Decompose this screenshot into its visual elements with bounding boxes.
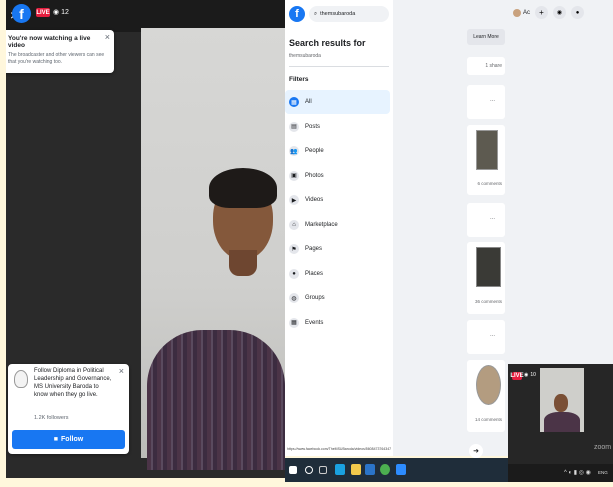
search-icon: ⌕ [314, 10, 318, 17]
messenger-icon[interactable]: ◉ [553, 6, 567, 19]
result-card-6: 14 comments [467, 360, 505, 432]
follow-lock-icon: ■ [53, 436, 59, 443]
notice-title: You're now watching a live video [8, 35, 91, 49]
live-video-pane: × f LIVE ◉ 12 You're now watching a live… [6, 0, 285, 478]
follow-card-close-icon[interactable]: × [119, 366, 124, 376]
search-sidebar: f ⌕ themsubaroda Search results for them… [285, 0, 393, 456]
file-explorer-icon[interactable] [351, 464, 361, 475]
search-taskbar-icon[interactable] [305, 466, 313, 474]
result-card-4: 36 comments [467, 242, 505, 314]
more-icon[interactable]: ... [490, 97, 495, 103]
photos-icon: ▣ [289, 170, 299, 181]
windows-start-icon[interactable] [289, 466, 297, 474]
comment-count: 14 comments [474, 417, 502, 422]
posts-icon: ▤ [289, 121, 299, 132]
grid-icon: ▦ [289, 97, 299, 107]
comment-count: 6 comments [477, 181, 502, 186]
notice-close-icon[interactable]: × [105, 32, 110, 42]
filter-label: Posts [305, 123, 321, 130]
avatar [513, 8, 521, 17]
top-right-nav: Ac + ◉ ● [513, 6, 585, 19]
filter-people[interactable]: 👥 People [285, 139, 390, 163]
zoom-taskbar-icon[interactable] [396, 464, 406, 475]
filter-label: Photos [305, 172, 324, 179]
result-card-3: ... [467, 203, 505, 237]
language-indicator: ENG [598, 470, 608, 475]
facebook-logo-icon[interactable]: f [289, 6, 305, 22]
result-card-5: ... [467, 320, 505, 354]
filter-label: Places [305, 270, 324, 277]
result-card-1: ... [467, 85, 505, 119]
video-thumbnail[interactable] [476, 130, 498, 170]
taskbar [285, 458, 513, 482]
eye-icon: ◉ [53, 9, 60, 16]
live-badge: LIVE [36, 8, 50, 17]
filter-label: Pages [305, 246, 323, 252]
notifications-icon[interactable]: ● [571, 6, 585, 19]
viewer-count: ◉ 12 [53, 8, 69, 17]
more-icon[interactable]: ... [490, 215, 495, 221]
edge-icon[interactable] [335, 464, 345, 475]
facebook-logo-icon[interactable]: f [12, 4, 31, 23]
zoom-live-badge: LIVE [510, 372, 524, 380]
share-count: 1 share [467, 57, 505, 75]
profile-chip[interactable]: Ac [513, 8, 530, 17]
zoom-viewer-count: ◉ 10 [524, 372, 536, 378]
tray-icons: ^ ◐ ▮ ◎ ◉ [564, 470, 591, 476]
calendar-icon: ▦ [289, 317, 299, 328]
filter-photos[interactable]: ▣ Photos [285, 164, 390, 188]
chrome-icon[interactable] [380, 464, 390, 475]
filter-all[interactable]: ▦ All [285, 90, 390, 114]
filter-places[interactable]: ● Places [285, 262, 390, 286]
system-tray: ^ ◐ ▮ ◎ ◉ ENG [508, 464, 613, 482]
video-thumbnail[interactable] [476, 247, 501, 287]
more-icon[interactable]: ... [490, 332, 495, 338]
filter-videos[interactable]: ▶ Videos [285, 188, 390, 212]
zoom-logo: zoom [594, 444, 612, 451]
filter-label: Groups [305, 295, 325, 301]
filter-label: Videos [305, 197, 324, 203]
filter-pages[interactable]: ⚑ Pages [285, 237, 390, 261]
filters-label: Filters [289, 76, 309, 83]
people-icon: 👥 [289, 146, 299, 156]
learn-more-button[interactable]: Learn More [467, 29, 505, 45]
scroll-down-button[interactable]: ➜ [469, 444, 483, 458]
notice-body-2: that you're watching too. [8, 59, 63, 65]
filter-marketplace[interactable]: ⌂ Marketplace [285, 213, 390, 237]
pin-icon: ● [289, 268, 299, 279]
filter-groups[interactable]: ◍ Groups [285, 286, 390, 310]
notice-body: The broadcaster and other viewers can se… [8, 52, 105, 58]
search-subheading: themsubaroda [289, 53, 321, 59]
live-notice-card: You're now watching a live video The bro… [6, 30, 114, 73]
follow-text: Follow Diploma in Political Leadership a… [34, 368, 112, 398]
video-icon: ▶ [289, 195, 299, 205]
status-url: https://www.facebook.com/TheMSUBaroda/vi… [287, 447, 391, 451]
filter-label: Events [305, 319, 324, 326]
search-heading: Search results for [289, 38, 366, 48]
zoom-preview: LIVE ◉ 10 zoom [508, 364, 613, 464]
filter-posts[interactable]: ▤ Posts [285, 115, 390, 139]
follow-card: Follow Diploma in Political Leadership a… [8, 364, 129, 454]
university-seal-icon [14, 370, 28, 388]
eye-icon: ◉ [524, 372, 529, 378]
result-card-2: 6 comments [467, 125, 505, 195]
video-thumbnail[interactable] [476, 365, 501, 405]
follow-button[interactable]: ■ Follow [12, 430, 125, 449]
filter-label: People [305, 148, 324, 154]
divider [289, 66, 389, 67]
zoom-speaker [542, 394, 582, 432]
filter-label: All [305, 99, 312, 105]
search-input[interactable]: ⌕ themsubaroda [309, 6, 389, 22]
create-button[interactable]: + [535, 6, 549, 19]
followers-count: 1.2K followers [34, 415, 69, 421]
taskview-icon[interactable] [319, 466, 327, 474]
filter-label: Marketplace [305, 221, 338, 228]
speaker [141, 160, 285, 470]
flag-icon: ⚑ [289, 244, 299, 254]
outlook-icon[interactable] [365, 464, 375, 475]
filter-events[interactable]: ▦ Events [285, 311, 390, 335]
comment-count: 36 comments [474, 299, 502, 304]
shop-icon: ⌂ [289, 219, 299, 230]
groups-icon: ◍ [289, 293, 299, 303]
